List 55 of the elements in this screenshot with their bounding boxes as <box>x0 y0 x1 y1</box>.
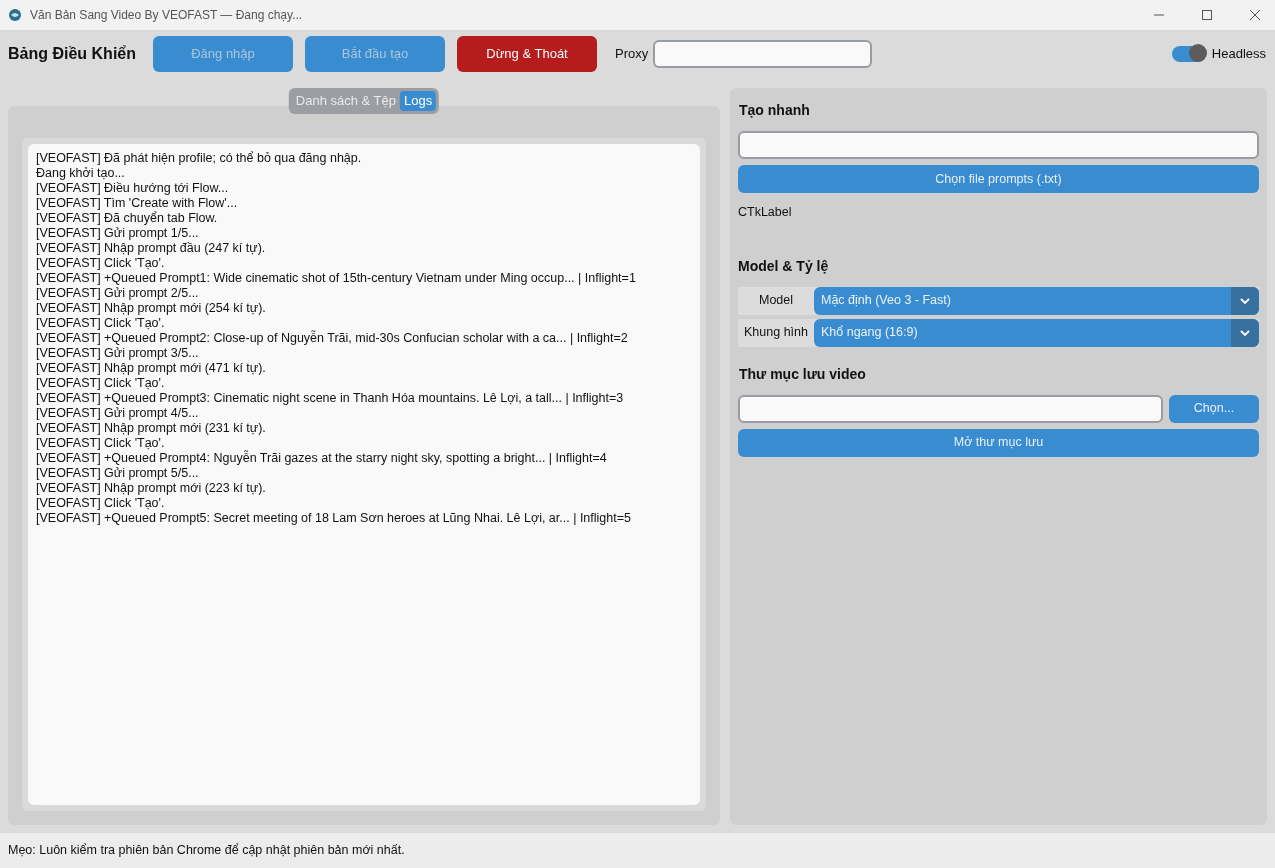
log-line: [VEOFAST] Nhập prompt mới (223 kí tự). <box>36 481 267 496</box>
chevron-down-icon <box>1240 329 1250 336</box>
log-line: [VEOFAST] Nhập prompt mới (254 kí tự). <box>36 301 267 316</box>
app-logo-icon <box>8 8 22 22</box>
log-line: [VEOFAST] Nhập prompt mới (471 kí tự). <box>36 361 267 376</box>
log-line: [VEOFAST] Gửi prompt 1/5... <box>36 226 200 241</box>
log-line: [VEOFAST] +Queued Prompt2: Close-up of Nguyễn Trãi, mid-30s Confucian scholar with a ca... | Inflight=2 <box>36 331 629 346</box>
log-line: [VEOFAST] +Queued Prompt5: Secret meeting of 18 Lam Sơn heroes at Lũng Nhai. Lê Lợi, ar... | Inflight=5 <box>36 511 632 526</box>
tab[interactable]: Danh sách & Tệp <box>291 91 400 111</box>
section-title: Thư mục lưu video <box>739 364 867 384</box>
log-line: [VEOFAST] Click 'Tạo'. <box>36 496 166 511</box>
log-line: [VEOFAST] Gửi prompt 2/5... <box>36 286 200 301</box>
proxy-input-field[interactable] <box>653 40 873 68</box>
log-line: [VEOFAST] Click 'Tạo'. <box>36 436 166 451</box>
headless-label: Headless <box>1211 45 1266 64</box>
log-line: [VEOFAST] Điều hướng tới Flow... <box>36 181 230 196</box>
log-line: [VEOFAST] Nhập prompt đầu (247 kí tự). <box>36 241 267 256</box>
close-icon[interactable] <box>1249 9 1261 21</box>
status-bar-tip: Mẹo: Luôn kiểm tra phiên bản Chrome để cập nhật phiên bản mới nhất. <box>8 842 405 860</box>
folder-path-field[interactable] <box>738 394 1163 423</box>
proxy-label: Proxy <box>615 45 649 64</box>
maximize-icon[interactable] <box>1201 9 1213 21</box>
log-line: [VEOFAST] Click 'Tạo'. <box>36 316 166 331</box>
log-line: [VEOFAST] Gửi prompt 4/5... <box>36 406 200 421</box>
section-title: Model & Tỷ lệ <box>738 256 830 276</box>
log-line: [VEOFAST] +Queued Prompt4: Nguyễn Trãi gazes at the starry night sky, spotting a bright... | Inflight=4 <box>36 451 608 466</box>
log-line: [VEOFAST] Click 'Tạo'. <box>36 256 166 271</box>
log-line: [VEOFAST] Tìm 'Create with Flow'... <box>36 196 239 211</box>
dropdown-value: Khổ ngang (16:9) <box>820 324 919 342</box>
option-label: Khung hình <box>743 324 809 342</box>
status-label: CTkLabel <box>738 204 793 221</box>
tab[interactable]: Logs <box>400 91 437 111</box>
dropdown-value: Mặc định (Veo 3 - Fast) <box>820 292 952 310</box>
log-line: [VEOFAST] Gửi prompt 5/5... <box>36 466 200 481</box>
log-line: [VEOFAST] Đã phát hiện profile; có thể bỏ qua đăng nhập. <box>36 151 363 166</box>
window-title: Văn Bản Sang Video By VEOFAST — Đang chạy... <box>30 7 303 24</box>
toolbar-button[interactable]: Dừng & Thoát <box>457 36 597 72</box>
choose-file-button[interactable]: Chọn file prompts (.txt) <box>738 165 1259 193</box>
log-line: [VEOFAST] +Queued Prompt3: Cinematic night scene in Thanh Hóa mountains. Lê Lợi, a tall... | Inflight=3 <box>36 391 625 406</box>
log-line: [VEOFAST] +Queued Prompt1: Wide cinematic shot of 15th-century Vietnam under Ming occup... | Inflight=1 <box>36 271 637 286</box>
log-line: Đang khởi tạo... <box>36 166 126 181</box>
option-label: Model <box>757 292 794 310</box>
log-line: [VEOFAST] Nhập prompt mới (231 kí tự). <box>36 421 267 436</box>
choose-folder-button[interactable]: Chọn... <box>1169 394 1259 423</box>
option-dropdown[interactable]: Khổ ngang (16:9) <box>814 318 1259 347</box>
headless-switch[interactable] <box>1171 46 1206 62</box>
prompt-input-field[interactable] <box>738 131 1259 159</box>
chevron-down-icon <box>1240 297 1250 304</box>
dashboard-title: Bảng Điều Khiển <box>8 44 137 64</box>
section-title: Tạo nhanh <box>739 101 811 120</box>
log-line: [VEOFAST] Click 'Tạo'. <box>36 376 166 391</box>
log-line: [VEOFAST] Gửi prompt 3/5... <box>36 346 200 361</box>
open-folder-button[interactable]: Mở thư mục lưu <box>738 428 1259 457</box>
option-dropdown[interactable]: Mặc định (Veo 3 - Fast) <box>814 286 1259 315</box>
log-line: [VEOFAST] Đã chuyển tab Flow. <box>36 211 219 226</box>
